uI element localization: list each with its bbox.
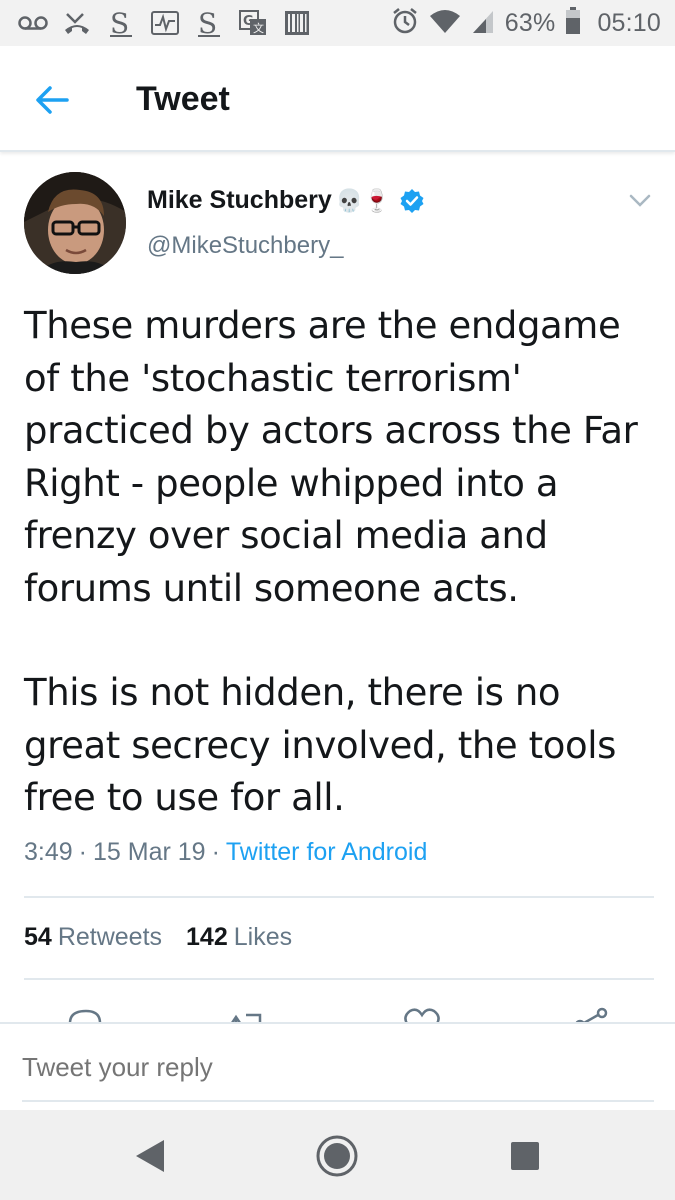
notification-icons: S S G文 xyxy=(18,8,312,38)
triangle-back-icon xyxy=(136,1140,164,1172)
retweets-label: Retweets xyxy=(57,923,163,951)
author-name-text: Mike Stuchbery xyxy=(147,186,332,214)
like-button[interactable] xyxy=(402,1005,442,1023)
retweets-stat[interactable]: 54 Retweets xyxy=(24,923,162,952)
status-bar: S S G文 63% 05:10 xyxy=(0,0,675,46)
arrow-left-icon xyxy=(36,86,69,114)
tweet-paragraph: These murders are the endgame of the 'st… xyxy=(24,304,638,610)
retweet-button[interactable] xyxy=(228,1005,268,1023)
tweet-source-link[interactable]: Twitter for Android xyxy=(226,838,427,867)
share-button[interactable] xyxy=(572,1005,612,1023)
chevron-down-icon xyxy=(629,194,651,207)
alarm-icon xyxy=(391,7,419,40)
tweet-options-button[interactable] xyxy=(626,188,654,212)
battery-icon xyxy=(565,6,581,40)
app-s-icon: S xyxy=(194,9,224,37)
divider xyxy=(24,896,654,898)
activity-icon xyxy=(150,9,180,37)
likes-label: Likes xyxy=(233,923,293,951)
author-handle[interactable]: @MikeStuchbery_ xyxy=(147,232,343,260)
signal-icon xyxy=(471,8,495,39)
divider xyxy=(24,978,654,980)
page-title: Tweet xyxy=(136,80,230,118)
svg-text:文: 文 xyxy=(253,21,264,35)
reply-input[interactable] xyxy=(22,1052,652,1083)
wifi-icon xyxy=(429,8,461,39)
tweet-meta: 3:49 · 15 Mar 19 · Twitter for Android xyxy=(24,838,427,867)
circle-home-icon xyxy=(316,1135,358,1177)
tweet-actions xyxy=(0,1005,675,1023)
share-icon xyxy=(575,1007,608,1023)
missed-call-icon xyxy=(62,9,92,37)
heart-icon xyxy=(404,1008,440,1023)
separator-dot: · xyxy=(211,838,220,866)
battery-percent: 63% xyxy=(504,8,556,37)
app-header: Tweet xyxy=(0,46,675,152)
tweet-date: 15 Mar 19 xyxy=(93,838,206,866)
avatar[interactable] xyxy=(24,172,126,274)
barcode-icon xyxy=(282,9,312,37)
likes-stat[interactable]: 142 Likes xyxy=(186,923,292,952)
reply-input-underline xyxy=(22,1100,654,1102)
likes-count: 142 xyxy=(186,923,228,951)
system-nav-bar xyxy=(0,1110,675,1200)
verified-badge-icon xyxy=(399,188,425,214)
voicemail-icon xyxy=(18,9,48,37)
reply-button[interactable] xyxy=(66,1005,106,1023)
nav-back-button[interactable] xyxy=(126,1132,174,1180)
svg-text:S: S xyxy=(110,9,129,37)
nav-home-button[interactable] xyxy=(313,1132,361,1180)
clock: 05:10 xyxy=(597,8,661,37)
svg-text:S: S xyxy=(198,9,217,37)
author-name[interactable]: Mike Stuchbery 💀🍷 xyxy=(147,186,425,215)
reply-bar xyxy=(0,1022,675,1108)
tweet-stats: 54 Retweets 142 Likes xyxy=(24,923,292,952)
tweet-paragraph: This is not hidden, there is no great se… xyxy=(24,671,616,819)
retweets-count: 54 xyxy=(24,923,52,951)
reply-icon xyxy=(68,1009,102,1023)
app-s-icon: S xyxy=(106,9,136,37)
square-recents-icon xyxy=(511,1142,539,1170)
author-emoji: 💀🍷 xyxy=(335,187,391,213)
translate-icon: G文 xyxy=(238,9,268,37)
back-button[interactable] xyxy=(28,76,76,124)
nav-recents-button[interactable] xyxy=(501,1132,549,1180)
tweet-text: These murders are the endgame of the 'st… xyxy=(24,300,654,825)
separator-dot: · xyxy=(78,838,87,866)
tweet-time: 3:49 xyxy=(24,838,73,866)
retweet-icon xyxy=(230,1013,262,1023)
system-status: 63% 05:10 xyxy=(391,6,661,40)
